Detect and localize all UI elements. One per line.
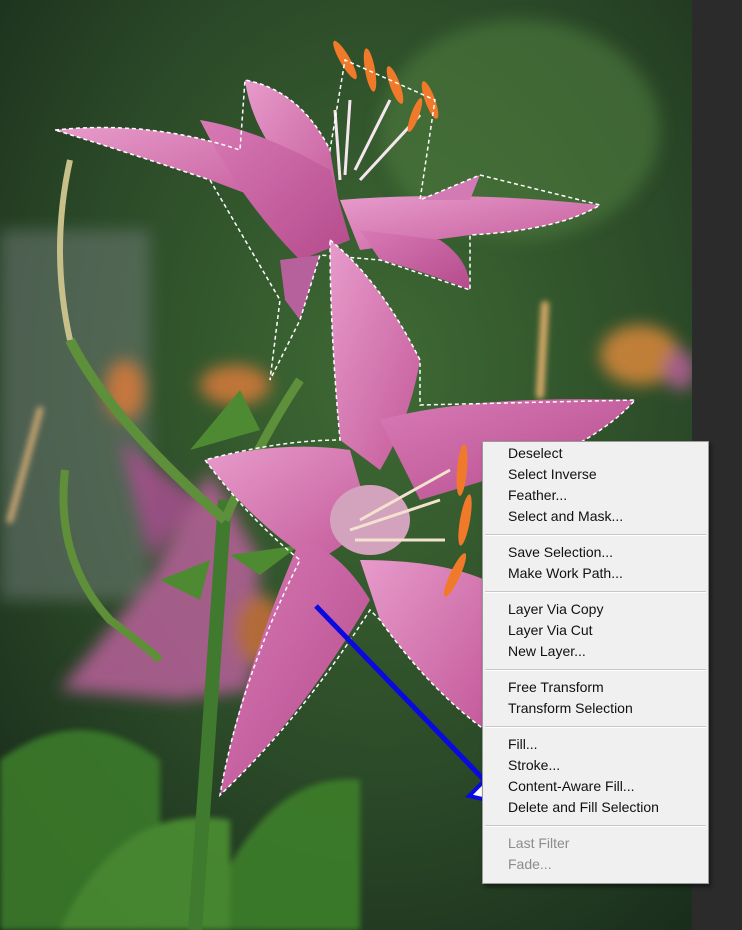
menu-separator xyxy=(485,591,706,593)
menu-item-last-filter: Last Filter xyxy=(508,835,570,851)
menu-item-feather[interactable]: Feather... xyxy=(483,485,708,506)
menu-item-layer-via-copy[interactable]: Layer Via Copy xyxy=(483,599,708,620)
menu-item-new-layer[interactable]: New Layer... xyxy=(483,641,708,662)
menu-item-stroke[interactable]: Stroke... xyxy=(483,755,708,776)
menu-separator xyxy=(485,825,706,827)
menu-item-transform-selection[interactable]: Transform Selection xyxy=(483,698,708,719)
context-menu: Deselect Select Inverse Feather... Select a… xyxy=(482,441,709,884)
menu-item-fill[interactable]: Fill... xyxy=(483,734,708,755)
menu-item-content-aware-fill[interactable]: Content-Aware Fill... xyxy=(483,776,708,797)
menu-item-make-work-path[interactable]: Make Work Path... xyxy=(483,563,708,584)
menu-item-select-and-mask[interactable]: Select and Mask... xyxy=(483,506,708,527)
menu-item-delete-and-fill-selection[interactable]: Delete and Fill Selection xyxy=(483,797,708,818)
menu-separator xyxy=(485,669,706,671)
menu-item-layer-via-cut[interactable]: Layer Via Cut xyxy=(483,620,708,641)
menu-separator xyxy=(485,534,706,536)
menu-item-select-inverse[interactable]: Select Inverse xyxy=(483,464,708,485)
menu-separator xyxy=(485,726,706,728)
menu-item-free-transform[interactable]: Free Transform xyxy=(483,677,708,698)
menu-item-fade: Fade... xyxy=(508,856,552,872)
menu-item-save-selection[interactable]: Save Selection... xyxy=(483,542,708,563)
menu-item-deselect[interactable]: Deselect xyxy=(483,443,708,464)
